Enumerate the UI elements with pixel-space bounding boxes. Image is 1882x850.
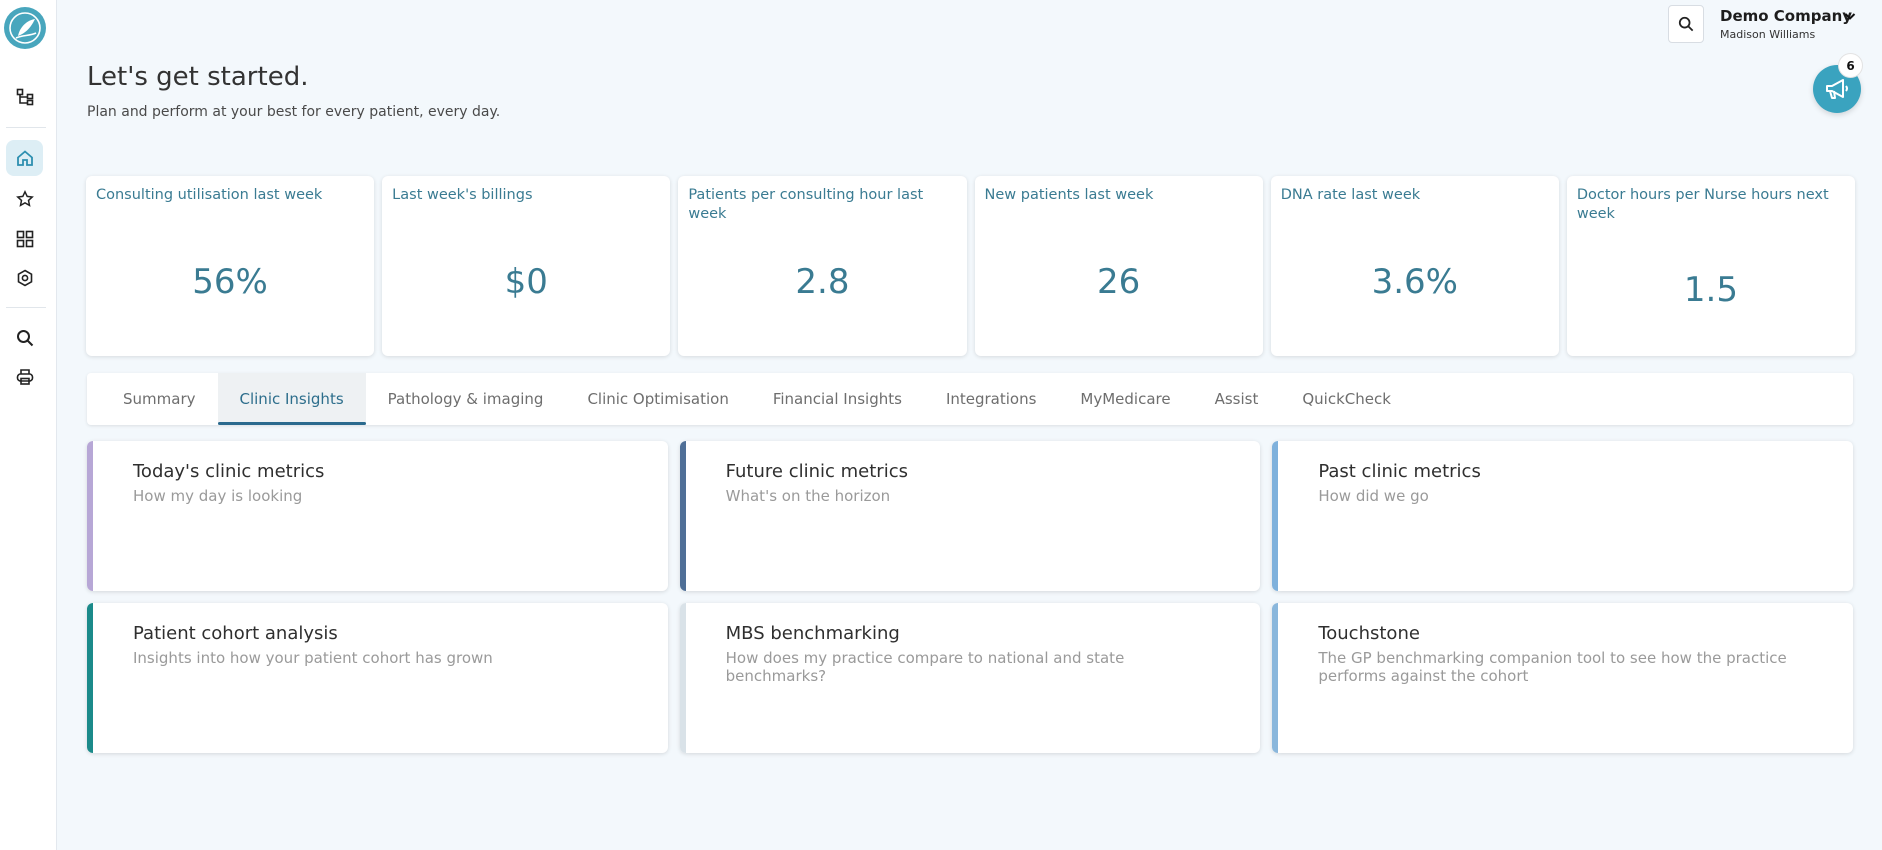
user-name: Madison Williams: [1720, 28, 1816, 41]
metric-value: 1.5: [1683, 270, 1738, 310]
card-title: Touchstone: [1318, 623, 1420, 644]
insight-card-future-clinic-metrics[interactable]: Future clinic metrics What's on the hori…: [679, 441, 1261, 591]
card-title: Patient cohort analysis: [133, 623, 338, 644]
metric-label: New patients last week: [984, 187, 1154, 203]
sidebar-item-settings[interactable]: [6, 260, 43, 296]
card-accent-bar: [87, 441, 93, 591]
card-title: Today's clinic metrics: [133, 461, 325, 482]
global-search-button[interactable]: [1668, 5, 1704, 43]
dashboard-icon: [16, 230, 33, 248]
metric-label: Consulting utilisation last week: [96, 187, 323, 203]
sidebar: [0, 0, 57, 850]
company-switcher[interactable]: Demo Company Madison Williams: [1720, 7, 1870, 41]
metric-card-billings[interactable]: Last week's billings $0: [382, 176, 671, 356]
card-title: Future clinic metrics: [725, 461, 908, 482]
search-icon: [1678, 16, 1694, 32]
page-subtitle: Plan and perform at your best for every …: [87, 104, 501, 120]
insight-card-touchstone[interactable]: Touchstone The GP benchmarking companion…: [1272, 603, 1853, 753]
megaphone-icon: [1826, 79, 1848, 99]
card-description: How does my practice compare to national…: [725, 649, 1125, 685]
card-accent-bar: [679, 441, 686, 591]
tab-summary[interactable]: Summary: [101, 373, 218, 425]
metric-card-consulting-utilisation[interactable]: Consulting utilisation last week 56%: [86, 176, 375, 356]
tab-financial-insights[interactable]: Financial Insights: [751, 373, 924, 425]
card-accent-bar: [87, 603, 93, 753]
logo-leaf-icon: [9, 12, 41, 44]
tab-quickcheck[interactable]: QuickCheck: [1280, 373, 1413, 425]
metric-card-patients-per-hour[interactable]: Patients per consulting hour last week 2…: [678, 176, 967, 356]
tab-pathology-imaging[interactable]: Pathology & imaging: [366, 373, 566, 425]
hierarchy-icon: [16, 88, 33, 106]
metric-value: 3.6%: [1371, 262, 1458, 302]
insight-card-mbs-benchmarking[interactable]: MBS benchmarking How does my practice co…: [679, 603, 1261, 753]
notification-count-badge: 6: [1838, 53, 1863, 78]
card-description: How did we go: [1318, 487, 1429, 505]
tab-assist[interactable]: Assist: [1193, 373, 1281, 425]
sidebar-item-favourites[interactable]: [6, 181, 43, 217]
metric-value: 2.8: [795, 262, 850, 302]
insight-tabs: Summary Clinic Insights Pathology & imag…: [87, 373, 1853, 425]
card-description: The GP benchmarking companion tool to se…: [1318, 649, 1787, 685]
star-icon: [15, 190, 34, 207]
app-logo[interactable]: [4, 7, 46, 49]
metric-label: Last week's billings: [392, 187, 533, 203]
card-description: How my day is looking: [133, 487, 303, 505]
metric-cards: Consulting utilisation last week 56% Las…: [86, 176, 1856, 356]
card-title: MBS benchmarking: [725, 623, 900, 644]
sidebar-item-home[interactable]: [6, 140, 43, 176]
tab-mymedicare[interactable]: MyMedicare: [1058, 373, 1192, 425]
insight-card-patient-cohort-analysis[interactable]: Patient cohort analysis Insights into ho…: [87, 603, 668, 753]
metric-value: 56%: [192, 262, 268, 302]
metric-label: Patients per consulting hour last week: [688, 187, 924, 222]
sidebar-item-search[interactable]: [6, 320, 43, 356]
home-icon: [16, 150, 33, 166]
sidebar-item-dashboards[interactable]: [6, 221, 43, 257]
settings-icon: [17, 269, 32, 287]
card-accent-bar: [1272, 603, 1279, 753]
print-icon: [16, 369, 33, 385]
metric-card-dna-rate[interactable]: DNA rate last week 3.6%: [1270, 176, 1559, 356]
metric-card-new-patients[interactable]: New patients last week 26: [974, 176, 1263, 356]
card-accent-bar: [679, 603, 686, 753]
page-title: Let's get started.: [87, 62, 309, 92]
tab-clinic-insights[interactable]: Clinic Insights: [217, 373, 366, 425]
tab-clinic-optimisation[interactable]: Clinic Optimisation: [565, 373, 750, 425]
metric-value: 26: [1096, 262, 1141, 302]
insight-card-past-clinic-metrics[interactable]: Past clinic metrics How did we go: [1272, 441, 1853, 591]
card-description: Insights into how your patient cohort ha…: [133, 649, 493, 667]
chevron-down-icon: [1844, 13, 1856, 20]
metric-label: Doctor hours per Nurse hours next week: [1576, 187, 1829, 222]
metric-card-doctor-nurse-hours[interactable]: Doctor hours per Nurse hours next week 1…: [1566, 176, 1856, 356]
sidebar-item-hierarchy[interactable]: [6, 79, 43, 115]
search-icon: [16, 330, 33, 347]
metric-value: $0: [504, 262, 548, 302]
sidebar-item-print[interactable]: [6, 359, 43, 395]
metric-label: DNA rate last week: [1280, 187, 1421, 203]
card-description: What's on the horizon: [725, 487, 891, 505]
tab-integrations[interactable]: Integrations: [924, 373, 1058, 425]
insight-cards: Today's clinic metrics How my day is loo…: [87, 441, 1853, 753]
card-title: Past clinic metrics: [1318, 461, 1481, 482]
card-accent-bar: [1272, 441, 1279, 591]
insight-card-todays-clinic-metrics[interactable]: Today's clinic metrics How my day is loo…: [87, 441, 668, 591]
